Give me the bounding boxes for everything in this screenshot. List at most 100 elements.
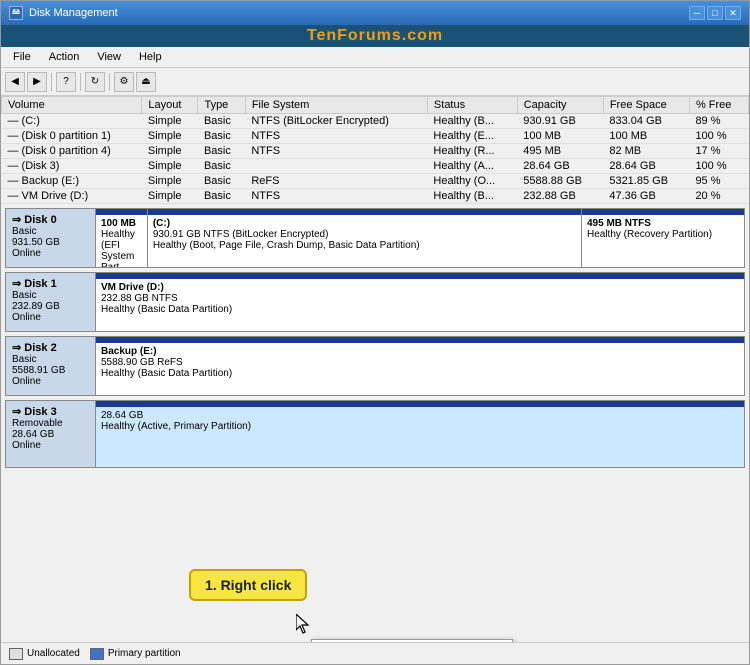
partition-0-2[interactable]: 495 MB NTFS Healthy (Recovery Partition) <box>582 209 744 267</box>
partition-3-0[interactable]: 28.64 GB Healthy (Active, Primary Partit… <box>96 401 744 467</box>
table-cell-0-3: NTFS (BitLocker Encrypted) <box>245 114 427 129</box>
table-cell-5-2: Basic <box>198 189 245 204</box>
mouse-cursor <box>296 614 310 634</box>
table-cell-3-3 <box>245 159 427 174</box>
table-cell-3-7: 100 % <box>689 159 748 174</box>
partition-1-0[interactable]: VM Drive (D:) 232.88 GB NTFS Healthy (Ba… <box>96 273 744 331</box>
table-cell-5-6: 47.36 GB <box>603 189 689 204</box>
table-cell-0-5: 930.91 GB <box>517 114 603 129</box>
table-cell-2-3: NTFS <box>245 144 427 159</box>
disk-2-status: Online <box>12 376 89 387</box>
table-cell-0-1: Simple <box>142 114 198 129</box>
window-title: Disk Management <box>29 7 118 19</box>
col-filesystem[interactable]: File System <box>245 97 427 114</box>
menu-view[interactable]: View <box>89 49 129 65</box>
table-row-5[interactable]: — VM Drive (D:)SimpleBasicNTFSHealthy (B… <box>2 189 749 204</box>
part-2-0-info2: Healthy (Basic Data Partition) <box>101 368 739 379</box>
table-row-2[interactable]: — (Disk 0 partition 4)SimpleBasicNTFSHea… <box>2 144 749 159</box>
col-pctfree[interactable]: % Free <box>689 97 748 114</box>
table-row-0[interactable]: — (C:)SimpleBasicNTFS (BitLocker Encrypt… <box>2 114 749 129</box>
col-volume[interactable]: Volume <box>2 97 142 114</box>
part-0-1-name: (C:) <box>153 218 576 229</box>
table-cell-4-5: 5588.88 GB <box>517 174 603 189</box>
help-toolbar-button[interactable]: ? <box>56 72 76 92</box>
col-type[interactable]: Type <box>198 97 245 114</box>
toolbar-separator <box>51 73 52 91</box>
partition-0-0[interactable]: 100 MB Healthy (EFI System Part <box>96 209 148 267</box>
maximize-button[interactable]: □ <box>707 6 723 20</box>
menu-file[interactable]: File <box>5 49 39 65</box>
col-freespace[interactable]: Free Space <box>603 97 689 114</box>
minimize-button[interactable]: ─ <box>689 6 705 20</box>
toolbar: ◀ ▶ ? ↻ ⚙ ⏏ <box>1 68 749 96</box>
part-0-2-name: 495 MB NTFS <box>587 218 739 229</box>
disk-row-0: ⇒ Disk 0 Basic 931.50 GB Online 100 MB H… <box>5 208 745 268</box>
table-cell-3-1: Simple <box>142 159 198 174</box>
toolbar-separator3 <box>109 73 110 91</box>
context-menu[interactable]: Open Explore Mark Partition as Active Ch… <box>311 639 513 642</box>
table-cell-2-6: 82 MB <box>603 144 689 159</box>
menu-help[interactable]: Help <box>131 49 170 65</box>
table-cell-4-1: Simple <box>142 174 198 189</box>
partition-2-0[interactable]: Backup (E:) 5588.90 GB ReFS Healthy (Bas… <box>96 337 744 395</box>
cm-open[interactable]: Open <box>312 640 512 642</box>
disk-1-size: 232.89 GB <box>12 301 89 312</box>
disk-0-partitions: 100 MB Healthy (EFI System Part (C:) 930… <box>96 209 744 267</box>
table-cell-3-0: — (Disk 3) <box>2 159 142 174</box>
menu-action[interactable]: Action <box>41 49 88 65</box>
app-icon: 🖴 <box>9 6 23 20</box>
disk-3-size: 28.64 GB <box>12 429 89 440</box>
part-2-0-name: Backup (E:) <box>101 346 739 357</box>
table-cell-5-3: NTFS <box>245 189 427 204</box>
table-cell-2-4: Healthy (R... <box>427 144 517 159</box>
table-cell-5-7: 20 % <box>689 189 748 204</box>
properties-button[interactable]: ⚙ <box>114 72 134 92</box>
col-capacity[interactable]: Capacity <box>517 97 603 114</box>
table-cell-5-1: Simple <box>142 189 198 204</box>
title-bar-left: 🖴 Disk Management <box>9 6 118 20</box>
col-layout[interactable]: Layout <box>142 97 198 114</box>
table-cell-5-4: Healthy (B... <box>427 189 517 204</box>
disk-management-window: 🖴 Disk Management ─ □ ✕ TenForums.com Fi… <box>0 0 750 665</box>
main-content: Volume Layout Type File System Status Ca… <box>1 96 749 642</box>
table-cell-0-7: 89 % <box>689 114 748 129</box>
part-1-0-info: 232.88 GB NTFS <box>101 293 739 304</box>
table-cell-0-4: Healthy (B... <box>427 114 517 129</box>
table-cell-2-5: 495 MB <box>517 144 603 159</box>
callout-1-text: 1. Right click <box>205 577 291 593</box>
part-0-1-info2: Healthy (Boot, Page File, Crash Dump, Ba… <box>153 240 576 251</box>
disk-3-partitions: 28.64 GB Healthy (Active, Primary Partit… <box>96 401 744 467</box>
disk-3-type: Removable <box>12 418 89 429</box>
back-button[interactable]: ◀ <box>5 72 25 92</box>
table-row-4[interactable]: — Backup (E:)SimpleBasicReFSHealthy (O..… <box>2 174 749 189</box>
part-1-0-info2: Healthy (Basic Data Partition) <box>101 304 739 315</box>
table-cell-2-1: Simple <box>142 144 198 159</box>
col-status[interactable]: Status <box>427 97 517 114</box>
eject-button[interactable]: ⏏ <box>136 72 156 92</box>
part-0-1-info: 930.91 GB NTFS (BitLocker Encrypted) <box>153 229 576 240</box>
table-cell-1-5: 100 MB <box>517 129 603 144</box>
table-cell-3-5: 28.64 GB <box>517 159 603 174</box>
table-cell-0-0: — (C:) <box>2 114 142 129</box>
legend-unallocated: Unallocated <box>9 648 80 660</box>
partition-0-1[interactable]: (C:) 930.91 GB NTFS (BitLocker Encrypted… <box>148 209 582 267</box>
volume-table: Volume Layout Type File System Status Ca… <box>1 96 749 204</box>
table-cell-5-5: 232.88 GB <box>517 189 603 204</box>
legend-unallocated-label: Unallocated <box>27 648 80 659</box>
table-row-3[interactable]: — (Disk 3)SimpleBasicHealthy (A...28.64 … <box>2 159 749 174</box>
table-cell-1-4: Healthy (E... <box>427 129 517 144</box>
disk-2-size: 5588.91 GB <box>12 365 89 376</box>
disk-visual-area: ⇒ Disk 0 Basic 931.50 GB Online 100 MB H… <box>1 204 749 642</box>
close-button[interactable]: ✕ <box>725 6 741 20</box>
disk-0-status: Online <box>12 248 89 259</box>
part-3-0-info2: Healthy (Active, Primary Partition) <box>101 421 739 432</box>
table-cell-2-2: Basic <box>198 144 245 159</box>
disk-row-2: ⇒ Disk 2 Basic 5588.91 GB Online Backup … <box>5 336 745 396</box>
forward-button[interactable]: ▶ <box>27 72 47 92</box>
legend-primary-box <box>90 648 104 660</box>
table-cell-1-6: 100 MB <box>603 129 689 144</box>
title-bar: 🖴 Disk Management ─ □ ✕ <box>1 1 749 25</box>
table-row-1[interactable]: — (Disk 0 partition 1)SimpleBasicNTFSHea… <box>2 129 749 144</box>
refresh-button[interactable]: ↻ <box>85 72 105 92</box>
legend-primary: Primary partition <box>90 648 181 660</box>
